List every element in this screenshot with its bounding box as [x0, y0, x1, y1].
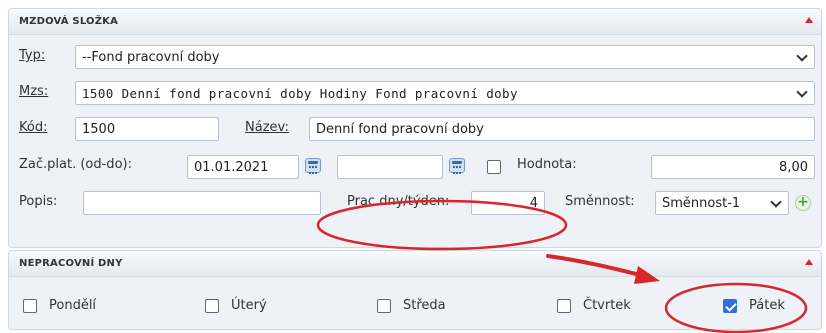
day-checkbox-utery[interactable]: [205, 299, 219, 313]
day-label-pondeli: Pondělí: [49, 298, 97, 313]
nazev-label[interactable]: Název:: [245, 120, 289, 135]
smennost-select-value: Směnnost-1: [662, 196, 741, 211]
hodnota-input[interactable]: 8,00: [651, 155, 815, 179]
day-label-patek: Pátek: [749, 298, 785, 313]
hodnota-label: Hodnota:: [517, 157, 577, 172]
smennost-label: Směnnost:: [565, 194, 635, 209]
nazev-input[interactable]: Denní fond pracovní doby: [309, 117, 815, 141]
popis-input[interactable]: [83, 191, 321, 215]
zac-plat-label: Zač.plat. (od-do):: [19, 157, 132, 172]
day-checkbox-streda[interactable]: [377, 299, 391, 313]
hodnota-checkbox[interactable]: [487, 160, 501, 174]
typ-select-value: --Fond pracovní doby: [82, 50, 220, 65]
mzs-select-value: 1500 Denní fond pracovní doby Hodiny Fon…: [82, 86, 518, 101]
section-header: NEPRACOVNÍ DNY: [9, 251, 821, 277]
add-icon[interactable]: +: [795, 195, 811, 211]
chevron-down-icon: [796, 86, 808, 98]
collapse-icon[interactable]: [805, 259, 813, 265]
prac-dny-input[interactable]: 4: [471, 191, 545, 215]
zac-plat-to-input[interactable]: [337, 155, 443, 179]
section-title: NEPRACOVNÍ DNY: [19, 258, 123, 269]
mzdova-slozka-panel: MZDOVÁ SLOŽKA Typ: --Fond pracovní doby …: [8, 8, 822, 248]
section-title: MZDOVÁ SLOŽKA: [19, 16, 119, 27]
mzs-label[interactable]: Mzs:: [19, 84, 48, 99]
day-checkbox-pondeli[interactable]: [23, 299, 37, 313]
kod-input[interactable]: 1500: [75, 117, 219, 141]
kod-label[interactable]: Kód:: [19, 120, 47, 135]
popis-label: Popis:: [19, 194, 58, 209]
chevron-down-icon: [796, 50, 808, 62]
day-label-utery: Úterý: [231, 298, 267, 313]
chevron-down-icon: [770, 196, 782, 208]
typ-label[interactable]: Typ:: [19, 48, 45, 63]
prac-dny-label: Prac.dny/týden:: [347, 194, 450, 209]
smennost-select[interactable]: Směnnost-1: [655, 191, 789, 215]
day-checkbox-ctvrtek[interactable]: [557, 299, 571, 313]
day-label-ctvrtek: Čtvrtek: [583, 298, 631, 313]
collapse-icon[interactable]: [805, 17, 813, 23]
day-label-streda: Středa: [403, 298, 446, 313]
typ-select[interactable]: --Fond pracovní doby: [75, 45, 815, 69]
calendar-icon[interactable]: [305, 158, 321, 174]
nepracovni-dny-panel: NEPRACOVNÍ DNY Pondělí Úterý Středa Čtvr…: [8, 250, 822, 330]
mzs-select[interactable]: 1500 Denní fond pracovní doby Hodiny Fon…: [75, 81, 815, 105]
section-header: MZDOVÁ SLOŽKA: [9, 9, 821, 35]
zac-plat-from-input[interactable]: 01.01.2021: [187, 155, 299, 179]
day-checkbox-patek[interactable]: [723, 299, 737, 313]
calendar-icon[interactable]: [449, 158, 465, 174]
